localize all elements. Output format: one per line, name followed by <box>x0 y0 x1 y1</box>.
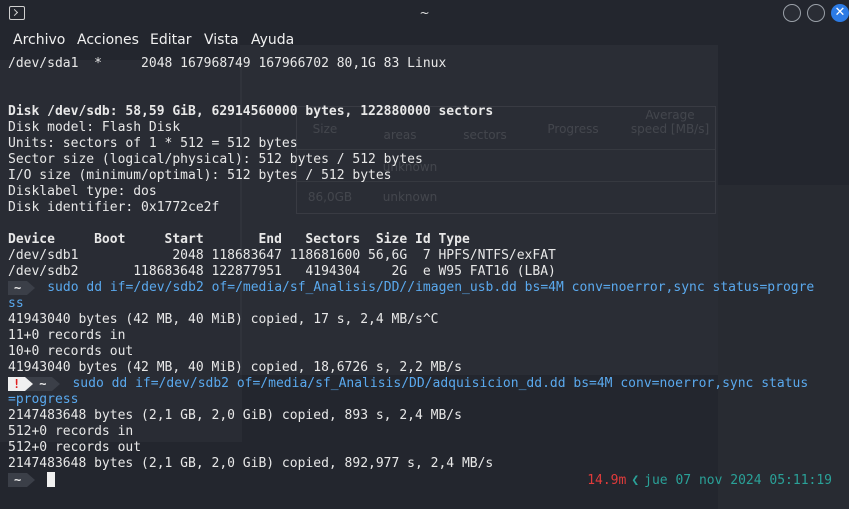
menu-acciones[interactable]: Acciones <box>77 32 139 48</box>
shell-prompt: ~ <box>8 472 36 487</box>
line-text: Disklabel type: dos <box>8 184 157 199</box>
output-line: 41943040 bytes (42 MB, 40 MiB) copied, 1… <box>8 360 843 376</box>
menu-archivo[interactable]: Archivo <box>13 32 65 48</box>
output-line: /dev/sda1 * 2048 167968749 167966702 80,… <box>8 56 843 72</box>
line-text: /dev/sdb2 118683648 122877951 4194304 2G… <box>8 264 556 279</box>
menu-ayuda[interactable]: Ayuda <box>251 32 294 48</box>
line-text: Sector size (logical/physical): 512 byte… <box>8 152 423 167</box>
error-status-icon: ! <box>8 376 26 391</box>
line-text: Units: sectors of 1 * 512 = 512 bytes <box>8 136 298 151</box>
title-bar[interactable]: ~ ✕ <box>0 0 849 28</box>
output-line: 512+0 records in <box>8 424 843 440</box>
prompt-arrow-icon <box>27 472 36 487</box>
shell-prompt: ~ <box>8 280 36 295</box>
line-text: 41943040 bytes (42 MB, 40 MiB) copied, 1… <box>8 360 462 375</box>
output-line: 2147483648 bytes (2,1 GB, 2,0 GiB) copie… <box>8 456 843 472</box>
prompt-datetime: jue 07 nov 2024 05:11:19 <box>644 473 832 488</box>
line-text: 512+0 records out <box>8 440 142 455</box>
prompt-arrow-icon <box>27 280 36 295</box>
line-text: I/O size (minimum/optimal): 512 bytes / … <box>8 168 392 183</box>
prompt-directory: ~ <box>33 376 53 391</box>
output-line: 11+0 records in <box>8 328 843 344</box>
line-text: 41943040 bytes (42 MB, 40 MiB) copied, 1… <box>8 312 439 327</box>
output-line: Disk model: Flash Disk <box>8 120 843 136</box>
window-title: ~ <box>419 6 430 20</box>
output-line: 41943040 bytes (42 MB, 40 MiB) copied, 1… <box>8 312 843 328</box>
line-text: ss <box>8 296 24 311</box>
output-line: 2147483648 bytes (2,1 GB, 2,0 GiB) copie… <box>8 408 843 424</box>
prompt-directory: ~ <box>8 472 28 487</box>
close-icon: ✕ <box>834 5 846 20</box>
output-line: Disk identifier: 0x1772ce2f <box>8 200 843 216</box>
prompt-directory: ~ <box>8 280 28 295</box>
prompt-arrow-icon <box>25 376 34 391</box>
output-line: /dev/sdb2 118683648 122877951 4194304 2G… <box>8 264 843 280</box>
line-text: /dev/sda1 * 2048 167968749 167966702 80,… <box>8 56 447 71</box>
line-text: /dev/sdb1 2048 118683647 118681600 56,6G… <box>8 248 556 263</box>
line-text: 2147483648 bytes (2,1 GB, 2,0 GiB) copie… <box>8 408 462 423</box>
output-line: Sector size (logical/physical): 512 byte… <box>8 152 843 168</box>
line-text: Disk /dev/sdb: 58,59 GiB, 62914560000 by… <box>8 104 494 119</box>
menu-bar: Archivo Acciones Editar Vista Ayuda <box>0 28 849 52</box>
line-text: 11+0 records in <box>8 328 126 343</box>
prompt-line: ! ~ sudo dd if=/dev/sdb2 of=/media/sf_Anal… <box>8 376 843 392</box>
close-button[interactable]: ✕ <box>831 4 849 22</box>
output-line: Disklabel type: dos <box>8 184 843 200</box>
menu-vista[interactable]: Vista <box>204 32 239 48</box>
output-line: 10+0 records out <box>8 344 843 360</box>
shell-prompt: ! ~ <box>8 376 61 391</box>
line-text: =progress <box>8 392 79 407</box>
chevron-left-icon: ❮ <box>631 473 640 488</box>
output-line: Device Boot Start End Sectors Size Id Ty… <box>8 232 843 248</box>
output-line: I/O size (minimum/optimal): 512 bytes / … <box>8 168 843 184</box>
command-text: sudo dd if=/dev/sdb2 of=/media/sf_Analis… <box>72 376 809 391</box>
output-line: ss <box>8 296 843 312</box>
command-duration: 14.9m <box>587 473 627 488</box>
prompt-line: ~ sudo dd if=/dev/sdb2 of=/media/sf_Anali… <box>8 280 843 296</box>
line-text: Disk model: Flash Disk <box>8 120 181 135</box>
terminal-output[interactable]: /dev/sda1 * 2048 167968749 167966702 80,… <box>8 56 843 488</box>
line-text: 2147483648 bytes (2,1 GB, 2,0 GiB) copie… <box>8 456 494 471</box>
line-text: Device Boot Start End Sectors Size Id Ty… <box>8 232 470 247</box>
menu-editar[interactable]: Editar <box>150 32 191 48</box>
output-line: Disk /dev/sdb: 58,59 GiB, 62914560000 by… <box>8 104 843 120</box>
prompt-arrow-icon <box>52 376 61 391</box>
output-line: =progress <box>8 392 843 408</box>
output-line: /dev/sdb1 2048 118683647 118681600 56,6G… <box>8 248 843 264</box>
text-cursor <box>47 472 56 487</box>
minimize-button[interactable] <box>783 4 801 22</box>
output-line: Units: sectors of 1 * 512 = 512 bytes <box>8 136 843 152</box>
right-prompt: 14.9m ❮ jue 07 nov 2024 05:11:19 <box>587 473 832 488</box>
line-text: 10+0 records out <box>8 344 134 359</box>
output-line: 512+0 records out <box>8 440 843 456</box>
maximize-button[interactable] <box>807 4 825 22</box>
command-text: sudo dd if=/dev/sdb2 of=/media/sf_Analis… <box>47 280 815 295</box>
line-text: Disk identifier: 0x1772ce2f <box>8 200 220 215</box>
line-text: 512+0 records in <box>8 424 134 439</box>
